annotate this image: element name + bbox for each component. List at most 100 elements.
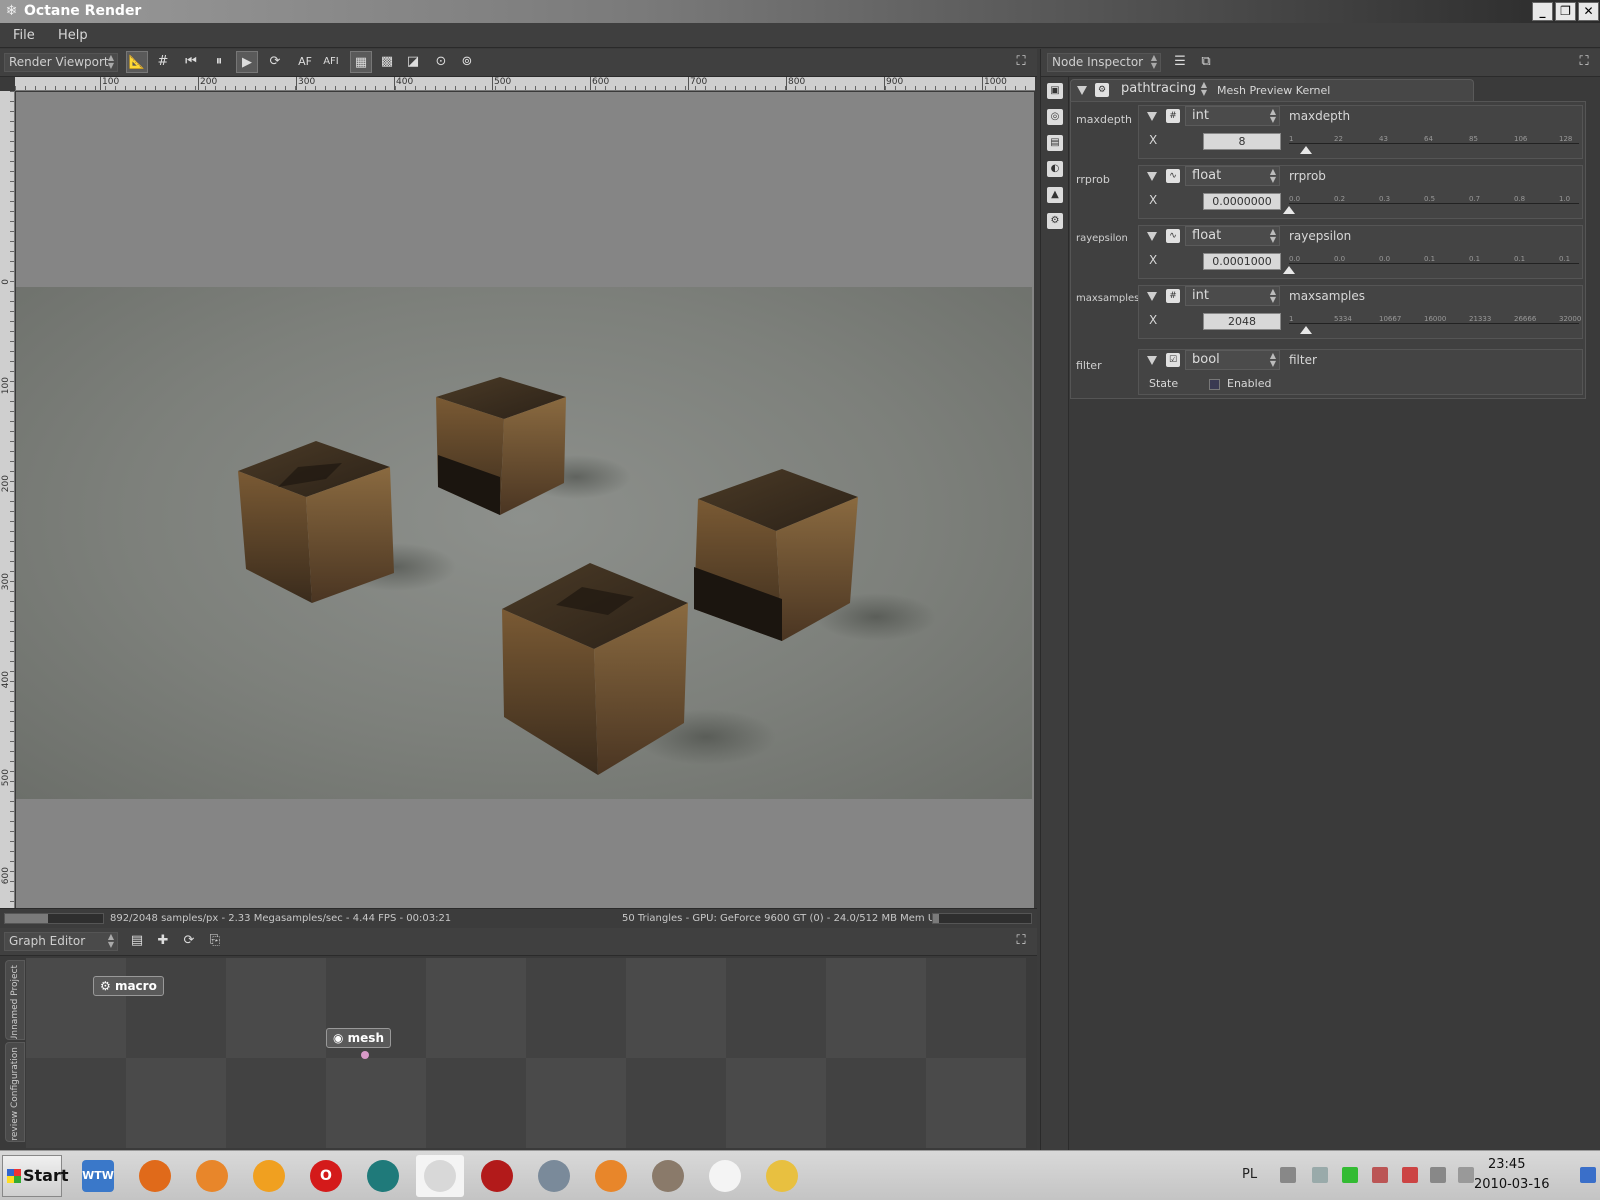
show-desktop-icon[interactable] — [1580, 1167, 1596, 1183]
usb-device-icon[interactable] — [1430, 1167, 1446, 1183]
ruler-minor-tick — [10, 501, 14, 502]
param-value-input[interactable]: 2048 — [1203, 313, 1281, 330]
horizontal-ruler: 100 200 300 400 500 600 700 800 900 1000 — [15, 77, 1035, 91]
slider-handle[interactable] — [1283, 206, 1295, 214]
image-icon[interactable]: ▣ — [1047, 83, 1063, 99]
taskbar-app-counter-strike[interactable] — [530, 1155, 578, 1197]
render-canvas-area[interactable] — [16, 92, 1034, 955]
pause-icon[interactable]: ⏸ — [208, 51, 230, 73]
expand-all-icon[interactable]: ⧉ — [1195, 51, 1217, 73]
param-slider[interactable]: 0.0 0.0 0.0 0.1 0.1 0.1 0.1 — [1289, 248, 1579, 266]
ruler-minor-tick — [545, 86, 546, 90]
slider-handle[interactable] — [1283, 266, 1295, 274]
maximize-panel-icon[interactable]: ⛶ — [1573, 51, 1595, 73]
viewport-panel-select[interactable]: Render Viewport ▲ ▼ — [4, 53, 118, 72]
restore-button[interactable]: ❐ — [1555, 2, 1576, 21]
taskbar-app-firefox[interactable] — [131, 1155, 179, 1197]
tab-preview-configuration[interactable]: Preview Configuration — [5, 1042, 25, 1142]
refresh-icon[interactable]: ⟳ — [264, 51, 286, 73]
grid-hash-icon[interactable]: # — [152, 51, 174, 73]
collapse-triangle-icon[interactable] — [1077, 86, 1087, 95]
macro-node[interactable]: ⚙ macro — [93, 976, 164, 996]
taskbar-app-explorer[interactable] — [758, 1155, 806, 1197]
taskbar-app-octane[interactable] — [416, 1155, 464, 1197]
filter-enabled-checkbox[interactable] — [1209, 379, 1220, 390]
taskbar-app-maya[interactable] — [359, 1155, 407, 1197]
collapse-triangle-icon[interactable] — [1147, 232, 1157, 241]
slider-track — [1289, 203, 1579, 204]
tab-unnamed-project[interactable]: Unnamed Project — [5, 960, 25, 1040]
add-node-icon[interactable]: ✚ — [152, 930, 174, 952]
film-icon[interactable]: ▤ — [1047, 135, 1063, 151]
keyboard-icon[interactable] — [1280, 1167, 1296, 1183]
taskbar-app-game[interactable] — [473, 1155, 521, 1197]
param-value-input[interactable]: 8 — [1203, 133, 1281, 150]
mesh-node[interactable]: ◉ mesh — [326, 1028, 391, 1048]
kernel-icon[interactable]: ⚙ — [1047, 213, 1063, 229]
taskbar-app-photo[interactable] — [644, 1155, 692, 1197]
speaker-muted-icon[interactable] — [1372, 1167, 1388, 1183]
battery-icon[interactable] — [1342, 1167, 1358, 1183]
environment-icon[interactable]: ◐ — [1047, 161, 1063, 177]
camera-reset-icon[interactable]: ⊙ — [430, 51, 452, 73]
collapse-triangle-icon[interactable] — [1147, 112, 1157, 121]
maximize-panel-icon[interactable]: ⛶ — [1010, 930, 1032, 952]
ruler-minor-tick — [10, 471, 14, 472]
taskbar-app-blender[interactable] — [188, 1155, 236, 1197]
region-render-icon[interactable]: ▦ — [350, 51, 372, 73]
param-slider[interactable]: 1 22 43 64 85 106 128 — [1289, 128, 1579, 146]
camera-alt-icon[interactable]: ⊚ — [456, 51, 478, 73]
ruler-icon[interactable]: 📐 — [126, 51, 148, 73]
lock-region-icon[interactable]: ◪ — [402, 51, 424, 73]
slider-handle[interactable] — [1300, 146, 1312, 154]
load-mesh-icon[interactable]: ▤ — [126, 930, 148, 952]
ruler-minor-tick — [275, 86, 276, 90]
param-value-input[interactable]: 0.0000000 — [1203, 193, 1281, 210]
graph-canvas[interactable]: ⚙ macro ◉ mesh — [26, 958, 1026, 1148]
taskbar-app-wtw[interactable]: WTW — [74, 1155, 122, 1197]
start-button[interactable]: Start — [2, 1155, 69, 1197]
clock-date[interactable]: 2010-03-16 — [1474, 1177, 1550, 1192]
taskbar-app-opera[interactable]: O — [302, 1155, 350, 1197]
security-alert-icon[interactable] — [1402, 1167, 1418, 1183]
network-icon[interactable] — [1312, 1167, 1328, 1183]
minimize-button[interactable]: _ — [1532, 2, 1553, 21]
clock-time[interactable]: 23:45 — [1488, 1157, 1525, 1172]
taskbar-app-aimp[interactable] — [245, 1155, 293, 1197]
param-slider[interactable]: 1 5334 10667 16000 21333 26666 32000 — [1289, 308, 1581, 326]
checker-icon[interactable]: ▩ — [376, 51, 398, 73]
autofocus-button[interactable]: AF — [294, 51, 316, 73]
param-type-select[interactable]: float ▲ ▼ — [1185, 166, 1280, 186]
taskbar-app-blender-2[interactable] — [587, 1155, 635, 1197]
param-slider[interactable]: 0.0 0.2 0.3 0.5 0.7 0.8 1.0 — [1289, 188, 1579, 206]
ruler-minor-tick — [85, 86, 86, 90]
autofocus-image-button[interactable]: AFI — [320, 51, 342, 73]
taskbar-app-dragon[interactable] — [701, 1155, 749, 1197]
language-indicator[interactable]: PL — [1242, 1167, 1257, 1182]
inspector-panel-select[interactable]: Node Inspector ▲ ▼ — [1047, 53, 1161, 72]
maximize-panel-icon[interactable]: ⛶ — [1010, 51, 1032, 73]
close-button[interactable]: ✕ — [1578, 2, 1599, 21]
collapse-triangle-icon[interactable] — [1147, 356, 1157, 365]
menu-file[interactable]: File — [13, 28, 35, 43]
param-type-select[interactable]: int ▲ ▼ — [1185, 106, 1280, 126]
collapse-triangle-icon[interactable] — [1147, 292, 1157, 301]
filter-type-select[interactable]: bool ▲ ▼ — [1185, 350, 1280, 370]
slider-handle[interactable] — [1300, 326, 1312, 334]
param-type-select[interactable]: int ▲ ▼ — [1185, 286, 1280, 306]
kernel-type-select[interactable]: pathtracing ▲ ▼ — [1115, 80, 1210, 100]
imager-icon[interactable]: ▲ — [1047, 187, 1063, 203]
collapse-triangle-icon[interactable] — [1147, 172, 1157, 181]
param-type-select[interactable]: float ▲ ▼ — [1185, 226, 1280, 246]
reload-icon[interactable]: ⟳ — [178, 930, 200, 952]
menu-help[interactable]: Help — [58, 28, 88, 43]
collapse-all-icon[interactable]: ☰ — [1169, 51, 1191, 73]
volume-icon[interactable] — [1458, 1167, 1474, 1183]
play-icon[interactable]: ▶ — [236, 51, 258, 73]
graph-panel-select[interactable]: Graph Editor ▲ ▼ — [4, 932, 118, 951]
camera-icon[interactable]: ◎ — [1047, 109, 1063, 125]
rewind-icon[interactable]: ⏮ — [180, 51, 202, 73]
param-value-input[interactable]: 0.0001000 — [1203, 253, 1281, 270]
export-icon[interactable]: ⎘ — [204, 930, 226, 952]
mesh-output-pin[interactable] — [361, 1051, 369, 1059]
